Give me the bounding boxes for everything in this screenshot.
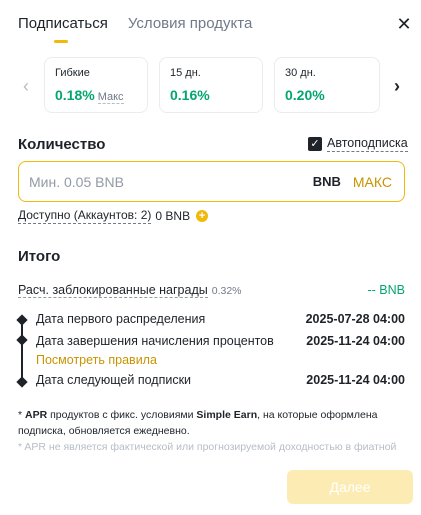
available-label: Доступно (Аккаунтов: 2): [18, 208, 152, 224]
duration-apr: 0.16%: [170, 87, 210, 103]
duration-term: 15 дн.: [170, 67, 201, 79]
timeline-line: [21, 318, 23, 382]
available-balance: Доступно (Аккаунтов: 2) 0 BNB +: [18, 207, 209, 224]
add-funds-icon[interactable]: +: [196, 209, 209, 222]
timeline-date: 2025-11-24 04:00: [306, 373, 405, 387]
close-icon[interactable]: ✕: [394, 14, 414, 34]
timeline-marker: [16, 376, 28, 388]
apr-disclaimer: * APR не является фактической или прогно…: [18, 441, 397, 453]
timeline-date: 2025-11-24 04:00: [306, 334, 405, 348]
timeline-item-interest-end: Дата завершения начисления процентов 202…: [36, 333, 405, 349]
timeline-marker: [16, 334, 28, 346]
view-rules-link[interactable]: Посмотреть правила: [36, 352, 157, 368]
timeline-item-first-distribution: Дата первого распределения 2025-07-28 04…: [36, 311, 405, 327]
timeline-marker: [16, 314, 28, 326]
amount-title: Количество: [18, 136, 106, 153]
next-button[interactable]: Далее: [287, 470, 413, 504]
amount-field[interactable]: BNB МАКС: [18, 161, 405, 202]
apr-footnote: * APR продуктов с фикс. условиями Simple…: [18, 409, 378, 437]
duration-term: Гибкие: [55, 67, 90, 79]
duration-card-30d[interactable]: 30 дн. 0.20%: [274, 57, 380, 113]
tab-product-terms[interactable]: Условия продукта: [128, 14, 252, 34]
auto-subscribe-label: Автоподписка: [327, 136, 408, 152]
summary-title: Итого: [18, 248, 61, 265]
chevron-left-icon[interactable]: ‹: [18, 76, 34, 96]
asset-label: BNB: [312, 174, 341, 189]
chevron-right-icon[interactable]: ›: [389, 76, 405, 96]
est-rewards-label: Расч. заблокированные награды: [18, 283, 208, 298]
duration-card-15d[interactable]: 15 дн. 0.16%: [159, 57, 263, 113]
est-rewards-value: -- BNB: [367, 283, 406, 297]
tab-subscribe[interactable]: Подписаться: [18, 14, 108, 43]
available-value: 0 BNB: [155, 208, 191, 223]
tab-bar: Подписаться Условия продукта: [18, 14, 272, 43]
duration-apr: 0.18% Макс: [55, 87, 124, 104]
est-rewards-pct: 0.32%: [211, 285, 242, 297]
timeline-date: 2025-07-28 04:00: [305, 312, 405, 326]
timeline-label: Дата следующей подписки: [36, 373, 192, 387]
amount-input[interactable]: [29, 173, 313, 190]
duration-term: 30 дн.: [285, 67, 316, 79]
timeline-item-next-subscription: Дата следующей подписки 2025-11-24 04:00: [36, 372, 405, 388]
checkbox-checked-icon[interactable]: ✓: [308, 137, 322, 151]
max-apr-tag: Макс: [97, 91, 124, 104]
duration-card-flexible[interactable]: Гибкие 0.18% Макс: [44, 57, 148, 113]
auto-subscribe-toggle[interactable]: ✓ Автоподписка: [308, 136, 408, 152]
timeline-label: Дата первого распределения: [36, 312, 206, 326]
max-button[interactable]: МАКС: [353, 174, 392, 190]
timeline-label: Дата завершения начисления процентов: [36, 334, 274, 348]
duration-apr: 0.20%: [285, 87, 325, 103]
est-rewards-row: Расч. заблокированные награды 0.32% -- BN…: [18, 282, 405, 299]
